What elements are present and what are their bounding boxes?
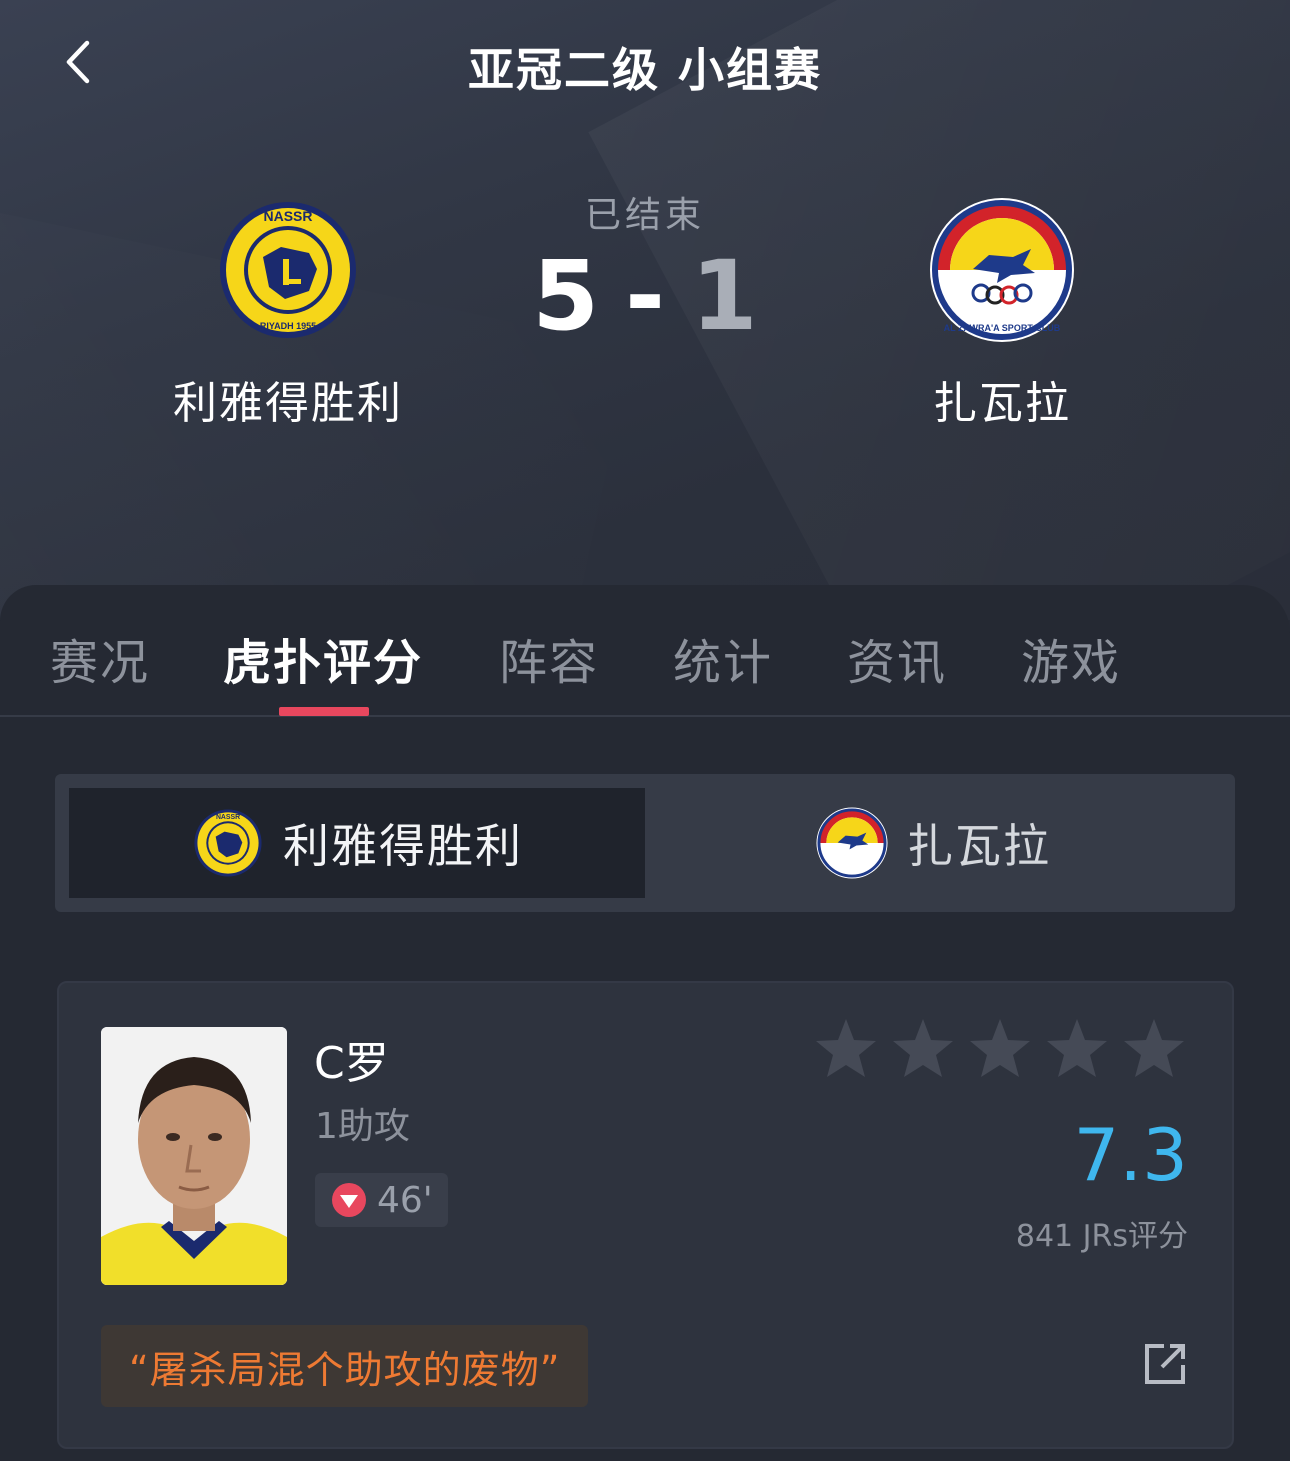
active-tab-indicator: [279, 707, 369, 716]
content-panel: 赛况 虎扑评分 阵容 统计 资讯 游戏 NASSR 利雅得胜利 扎瓦拉 C罗 1…: [0, 585, 1290, 1461]
al-zawraa-crest-icon: AL ZAWRA'A SPORT CLUB: [930, 198, 1074, 342]
tab-news[interactable]: 资讯: [847, 623, 947, 693]
player-stat: 1助攻: [315, 1106, 410, 1147]
away-team[interactable]: AL ZAWRA'A SPORT CLUB 扎瓦拉: [852, 195, 1152, 431]
svg-text:AL ZAWRA'A SPORT CLUB: AL ZAWRA'A SPORT CLUB: [944, 323, 1061, 333]
player-photo: [101, 1027, 287, 1285]
team-switch: NASSR 利雅得胜利 扎瓦拉: [55, 774, 1235, 912]
tab-stats[interactable]: 统计: [673, 623, 773, 693]
away-team-name: 扎瓦拉: [933, 378, 1071, 429]
player-rating-card[interactable]: C罗 1助攻 46' 7.3 841 JRs评分 “屠杀局混个助攻的废物”: [57, 981, 1234, 1449]
substitution-badge: 46': [315, 1173, 448, 1227]
team-switch-away[interactable]: 扎瓦拉: [645, 788, 1221, 898]
tab-games[interactable]: 游戏: [1021, 623, 1121, 693]
tab-bar: 赛况 虎扑评分 阵容 统计 资讯 游戏: [0, 585, 1290, 717]
match-header: 亚冠二级 小组赛 NASSR RIYADH 1955 利雅得胜利 已结束 5-1: [0, 0, 1290, 620]
player-name: C罗: [314, 1038, 389, 1089]
star-rating-input: [814, 1017, 1186, 1081]
substitution-off-icon: [332, 1183, 366, 1217]
star-icon[interactable]: [968, 1017, 1032, 1081]
team-switch-home[interactable]: NASSR 利雅得胜利: [69, 788, 645, 898]
tab-match-live[interactable]: 赛况: [50, 623, 150, 693]
al-nassr-crest-icon: NASSR: [194, 809, 262, 877]
svg-text:NASSR: NASSR: [216, 814, 240, 821]
share-external-icon[interactable]: [1144, 1343, 1186, 1385]
substitution-minute: 46': [377, 1179, 433, 1221]
star-icon[interactable]: [814, 1017, 878, 1081]
top-comment[interactable]: “屠杀局混个助攻的废物”: [101, 1325, 589, 1407]
team-switch-away-label: 扎瓦拉: [907, 819, 1051, 873]
page-title: 亚冠二级 小组赛: [467, 43, 822, 97]
home-score: 5: [532, 240, 600, 352]
player-portrait-icon: [101, 1027, 287, 1285]
team-switch-home-label: 利雅得胜利: [283, 819, 523, 873]
star-icon[interactable]: [1045, 1017, 1109, 1081]
tab-hupu-rating[interactable]: 虎扑评分: [223, 623, 423, 693]
score-separator: -: [625, 240, 665, 352]
star-icon[interactable]: [891, 1017, 955, 1081]
al-zawraa-crest-icon: [816, 807, 888, 879]
rating-vote-count: 841 JRs评分: [1015, 1219, 1188, 1254]
away-score: 1: [690, 240, 758, 352]
star-icon[interactable]: [1122, 1017, 1186, 1081]
home-team-name: 利雅得胜利: [173, 378, 403, 429]
player-rating-score: 7.3: [1073, 1113, 1188, 1197]
tab-lineup[interactable]: 阵容: [499, 623, 599, 693]
